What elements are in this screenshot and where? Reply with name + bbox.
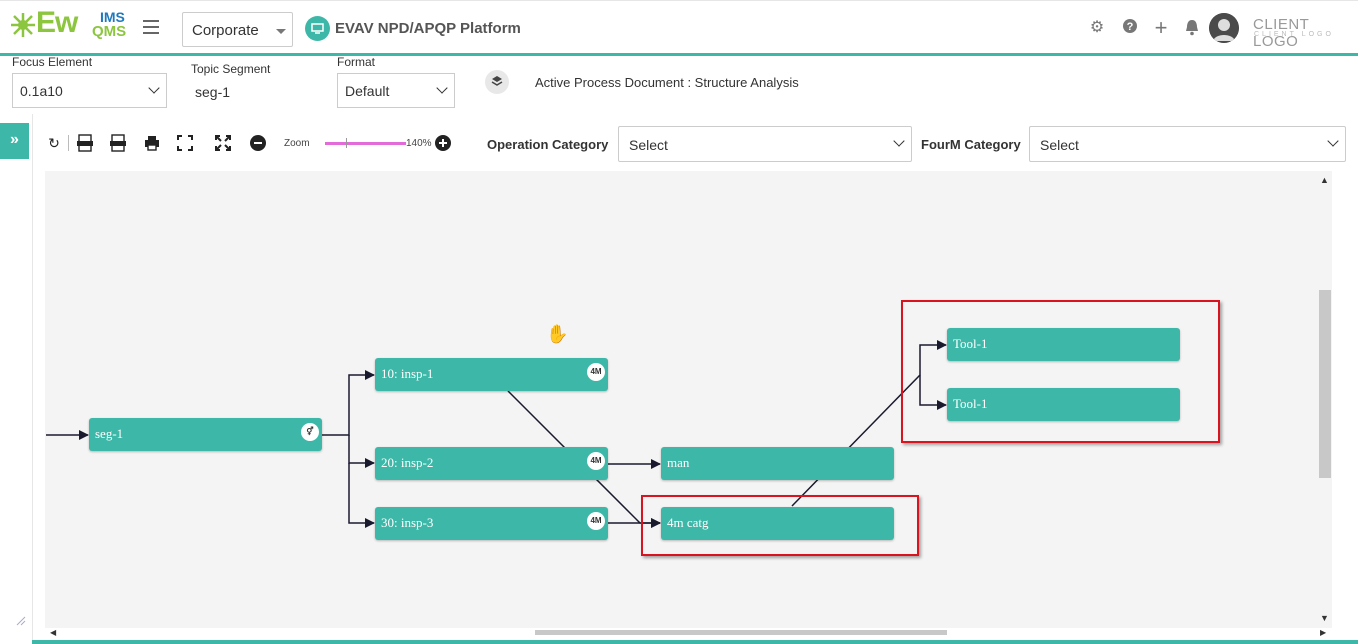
fourm-badge: 4M — [587, 452, 605, 470]
node-insp-1[interactable]: 10: insp-1 4M — [375, 358, 608, 391]
node-insp-3-label: 30: insp-3 — [381, 515, 434, 530]
fourm-badge: 4M — [587, 512, 605, 530]
node-seg-1-label: seg-1 — [95, 426, 124, 441]
horizontal-scrollbar[interactable] — [535, 630, 947, 635]
scroll-right-icon[interactable]: ▶ — [1320, 628, 1326, 637]
node-insp-1-label: 10: insp-1 — [381, 366, 434, 381]
highlight-box-tools — [901, 300, 1220, 443]
node-insp-2[interactable]: 20: insp-2 4M — [375, 447, 608, 480]
bottom-accent-bar — [32, 640, 1358, 644]
node-man[interactable]: man — [661, 447, 894, 480]
scroll-up-icon[interactable]: ▲ — [1320, 175, 1329, 185]
highlight-box-4m-catg — [641, 495, 919, 556]
node-man-label: man — [667, 455, 690, 470]
scroll-down-icon[interactable]: ▼ — [1320, 613, 1329, 623]
scroll-left-icon[interactable]: ◀ — [50, 628, 56, 637]
vertical-scrollbar[interactable] — [1319, 290, 1331, 478]
node-seg-1[interactable]: seg-1 ⚥ — [89, 418, 322, 451]
node-insp-2-label: 20: insp-2 — [381, 455, 434, 470]
gender-icon: ⚥ — [301, 423, 319, 441]
node-insp-3[interactable]: 30: insp-3 4M — [375, 507, 608, 540]
hand-cursor-icon: ✋ — [546, 324, 569, 344]
fourm-badge: 4M — [587, 363, 605, 381]
